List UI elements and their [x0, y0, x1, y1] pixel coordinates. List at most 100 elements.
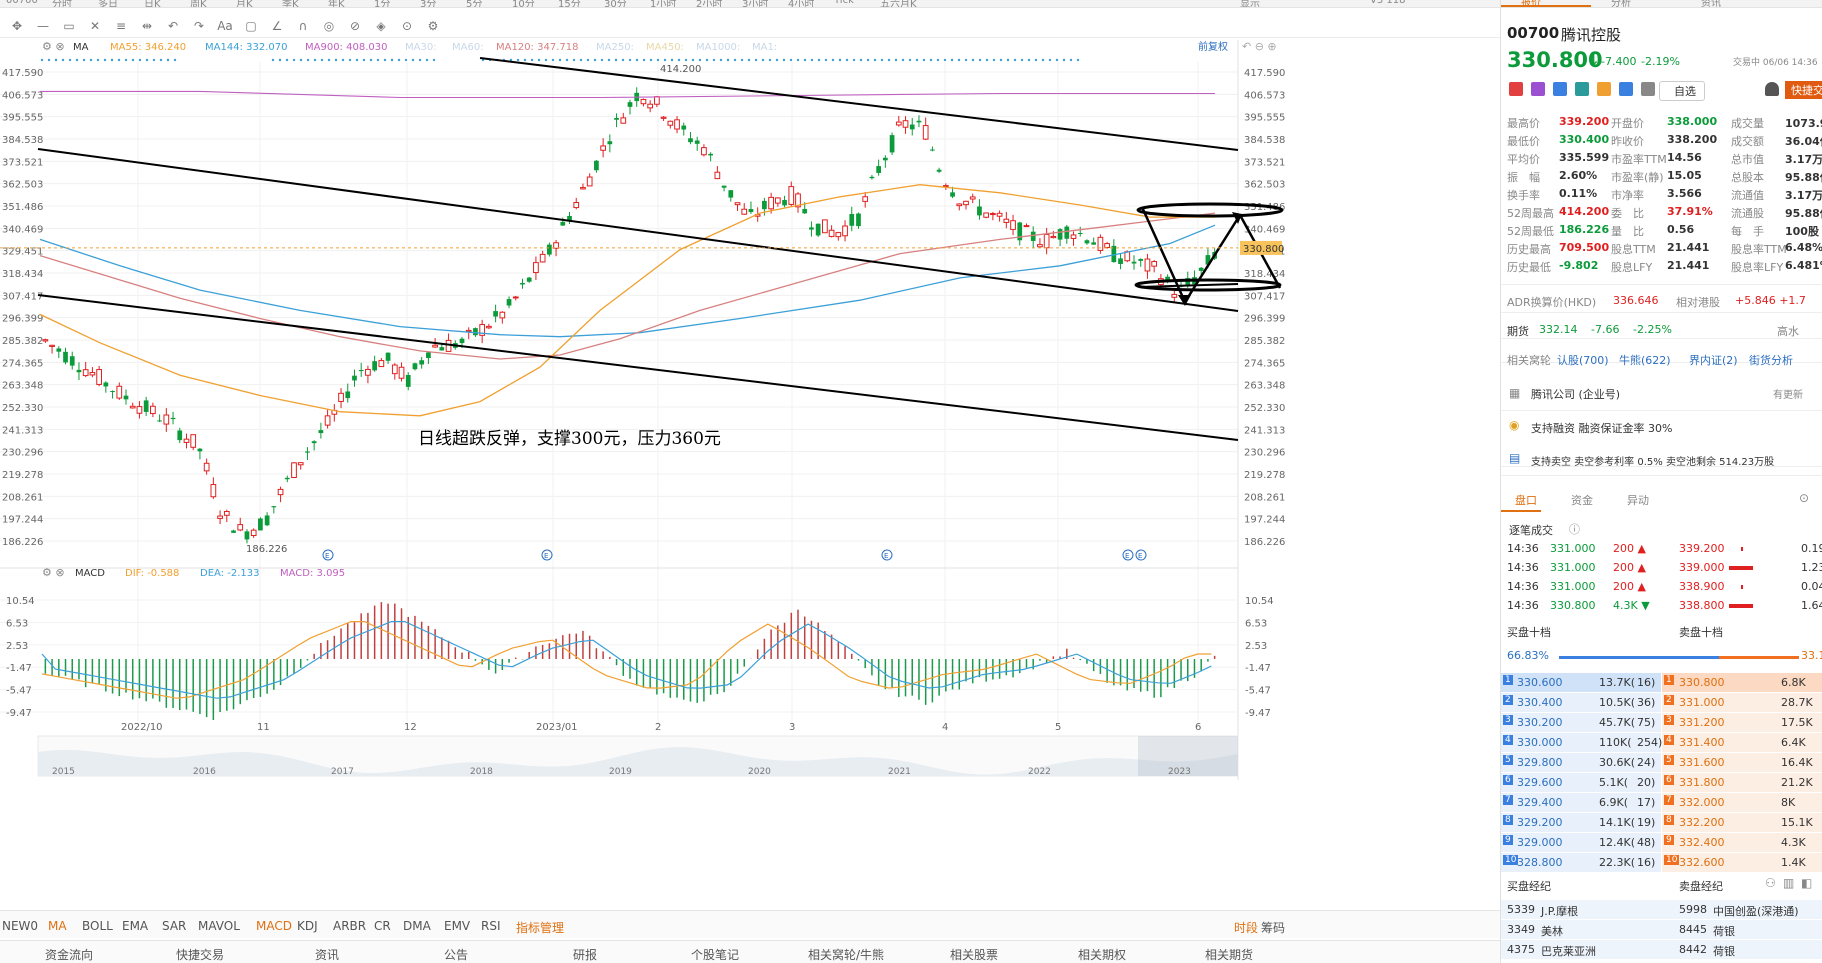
bottom-right-tab[interactable]: 时段 — [1234, 919, 1258, 936]
ma-legend-item[interactable]: MA120: 347.718 — [496, 42, 578, 53]
nav-tab[interactable]: 快捷交易 — [176, 946, 224, 963]
measure-icon[interactable]: ⇹ — [136, 18, 158, 34]
line-icon[interactable]: — — [32, 18, 54, 34]
zoom-controls-icon[interactable]: ↶ ⊖ ⊕ — [1242, 40, 1277, 53]
arc-icon[interactable]: ∩ — [292, 18, 314, 34]
parallel-icon[interactable]: ≡ — [110, 18, 132, 34]
gear-icon[interactable]: ⚙ — [422, 18, 444, 34]
nav-tab[interactable]: 相关期货 — [1205, 946, 1253, 963]
indicator-tab[interactable]: BOLL — [82, 919, 113, 933]
tab-item[interactable]: 1分 — [374, 0, 390, 7]
tab-item[interactable]: 月K — [236, 0, 253, 7]
warrant-link[interactable]: 认股(700) — [1557, 352, 1609, 368]
ma-legend-item[interactable]: MA — [73, 42, 89, 53]
panel-top-tab[interactable]: 分析 — [1611, 0, 1631, 7]
undo-icon[interactable]: ↶ — [162, 18, 184, 34]
tab-item[interactable]: 10分 — [512, 0, 535, 7]
indicator-tab[interactable]: MACD — [256, 919, 292, 933]
warrant-link[interactable]: 牛熊(622) — [1619, 352, 1671, 368]
indicator-tab[interactable]: RSI — [481, 919, 501, 933]
settings-icon[interactable]: ⊙ — [1799, 491, 1809, 505]
tab-item[interactable]: 2小时 — [696, 0, 722, 7]
nav-tab[interactable]: 个股笔记 — [691, 946, 739, 963]
ma-legend-item[interactable]: MA60: — [452, 42, 484, 53]
ma-legend-item[interactable]: MA1: — [752, 42, 777, 53]
tab-item[interactable]: 1小时 — [650, 0, 676, 7]
redo-icon[interactable]: ↷ — [188, 18, 210, 34]
ma-legend-item[interactable]: MA250: — [596, 42, 634, 53]
cross-icon[interactable]: ✕ — [84, 18, 106, 34]
ma-settings-icon[interactable]: ⚙ ⊗ — [42, 40, 65, 53]
indicator-tab[interactable]: DMA — [403, 919, 431, 933]
indicator-tab[interactable]: KDJ — [297, 919, 318, 933]
sub-tab[interactable]: 盘口 — [1515, 492, 1537, 508]
broker-tool-icon[interactable]: ▥ — [1783, 876, 1794, 890]
rect-icon[interactable]: ▭ — [58, 18, 80, 34]
tab-item[interactable]: 00700 — [6, 0, 38, 6]
tab-item[interactable]: 多日 — [98, 0, 118, 7]
indicator-tab[interactable]: CR — [374, 919, 391, 933]
crosshair-icon[interactable]: ✥ — [6, 18, 28, 34]
ma-legend-item[interactable]: MA30: — [405, 42, 437, 53]
tab-item[interactable]: 分时 — [52, 0, 72, 7]
quick-tool-icon[interactable] — [1619, 82, 1633, 96]
nav-tab[interactable]: 公告 — [444, 946, 468, 963]
tab-item[interactable]: 3小时 — [742, 0, 768, 7]
indicator-tab[interactable]: EMA — [122, 919, 148, 933]
tab-item[interactable]: 4小时 — [788, 0, 814, 7]
circle-icon[interactable]: ◎ — [318, 18, 340, 34]
tab-item[interactable]: 5分 — [466, 0, 482, 7]
adjust-button[interactable]: 前复权 — [1198, 40, 1228, 53]
company-link[interactable]: 腾讯公司 (企业号) — [1531, 386, 1620, 402]
topbar-right-item[interactable]: V3 118 — [1370, 0, 1405, 6]
ma-legend-item[interactable]: MA55: 346.240 — [110, 42, 186, 53]
quick-tool-icon[interactable] — [1597, 82, 1611, 96]
quick-tool-icon[interactable] — [1575, 82, 1589, 96]
warrant-link[interactable]: 界内证(2) — [1689, 352, 1738, 368]
indicator-tab[interactable]: NEW0 — [2, 919, 38, 933]
quick-trade-button[interactable]: 快捷交 — [1785, 81, 1822, 99]
quick-tool-icon[interactable] — [1509, 82, 1523, 96]
warrant-link[interactable]: 街货分析 — [1749, 352, 1793, 368]
topbar-right-item[interactable]: 显示 — [1240, 0, 1260, 7]
quick-tool-icon[interactable] — [1531, 82, 1545, 96]
nav-tab[interactable]: 资金流向 — [45, 946, 93, 963]
indicator-tab[interactable]: SAR — [162, 919, 186, 933]
ma-legend-item[interactable]: MA144: 332.070 — [205, 42, 287, 53]
panel-top-tab[interactable]: 资讯 — [1701, 0, 1721, 7]
tab-item[interactable]: 15分 — [558, 0, 581, 7]
eye-icon[interactable]: ⊙ — [396, 18, 418, 34]
tab-item[interactable]: 五六月K — [880, 0, 917, 7]
tab-item[interactable]: 3分 — [420, 0, 436, 7]
tab-item[interactable]: 季K — [282, 0, 299, 7]
tab-item[interactable]: 30分 — [604, 0, 627, 7]
tab-item[interactable]: 年K — [328, 0, 345, 7]
nav-tab[interactable]: 相关窝轮/牛熊 — [808, 946, 884, 963]
macd-settings-icon[interactable]: ⚙ ⊗ — [42, 566, 65, 579]
broker-tool-icon[interactable]: ◧ — [1801, 876, 1812, 890]
ma-legend-item[interactable]: MA450: — [646, 42, 684, 53]
candlestick-chart[interactable]: ⚙ ⊗ MA MA55: 346.240 MA144: 332.070 MA900: 4… — [0, 40, 1500, 910]
nav-tab[interactable]: 研报 — [573, 946, 597, 963]
tab-item[interactable]: 日K — [144, 0, 161, 7]
indicator-tab[interactable]: ARBR — [333, 919, 366, 933]
bell-icon[interactable] — [1765, 82, 1779, 96]
nav-tab[interactable]: 相关期权 — [1078, 946, 1126, 963]
text-icon[interactable]: Aa — [214, 18, 236, 34]
indicator-tab[interactable]: 指标管理 — [516, 919, 564, 936]
bottom-right-tab[interactable]: 筹码 — [1261, 919, 1285, 936]
tab-item[interactable]: Tick — [834, 0, 854, 6]
nav-tab[interactable]: 资讯 — [315, 946, 339, 963]
quick-tool-icon[interactable] — [1553, 82, 1567, 96]
quick-tool-icon[interactable] — [1641, 82, 1655, 96]
indicator-tab[interactable]: MAVOL — [198, 919, 240, 933]
ma-legend-item[interactable]: MA900: 408.030 — [305, 42, 387, 53]
angle-icon[interactable]: ∠ — [266, 18, 288, 34]
watchlist-button[interactable]: 自选 — [1659, 81, 1705, 101]
indicator-tab[interactable]: MA — [48, 919, 67, 933]
nav-tab[interactable]: 相关股票 — [950, 946, 998, 963]
hide-icon[interactable]: ⊘ — [344, 18, 366, 34]
sub-tab[interactable]: 异动 — [1627, 492, 1649, 508]
layer-icon[interactable]: ◈ — [370, 18, 392, 34]
trend-lines[interactable] — [37, 57, 1284, 441]
